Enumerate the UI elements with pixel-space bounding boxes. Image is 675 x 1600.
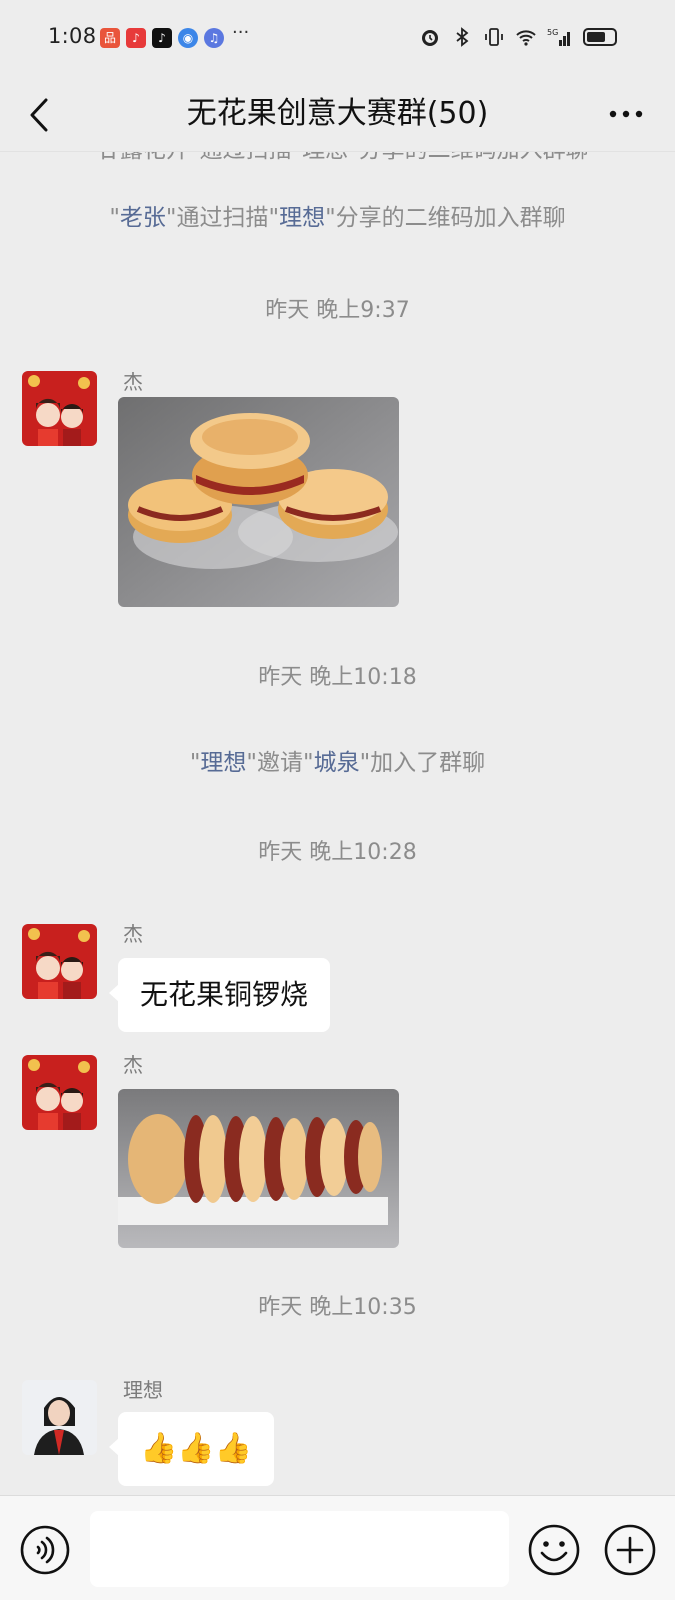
- alarm-icon: [422, 30, 438, 46]
- status-bar: 1:08 品 ♪ ♪ ◉ ♫ ··· 5G: [0, 0, 675, 78]
- quote: ": [109, 205, 120, 231]
- message-input[interactable]: [90, 1511, 509, 1587]
- wifi-icon: [516, 30, 536, 46]
- plus-icon[interactable]: [603, 1523, 657, 1577]
- chat-area[interactable]: "甘露花开"通过扫描"理想"分享的二维码加入群聊 "老张"通过扫描"理想"分享的…: [0, 152, 675, 1495]
- app-notification-icon: 品: [100, 28, 120, 48]
- status-time: 1:08: [48, 24, 97, 48]
- timestamp: 昨天 晚上10:28: [258, 840, 417, 865]
- notice-text: "通过扫描": [165, 205, 280, 231]
- avatar[interactable]: [22, 371, 97, 446]
- app-notification-icon: ♪: [126, 28, 146, 48]
- emoji-message-bubble[interactable]: 👍👍👍: [108, 1412, 275, 1486]
- emoji-icon[interactable]: [527, 1523, 581, 1577]
- member-name-link[interactable]: 老张: [120, 205, 166, 231]
- timestamp: 昨天 晚上9:37: [265, 298, 410, 323]
- avatar[interactable]: [22, 924, 97, 999]
- member-name-link[interactable]: 城泉: [314, 750, 360, 776]
- member-name-link[interactable]: 理想: [200, 750, 246, 776]
- timestamp: 昨天 晚上10:35: [258, 1295, 417, 1320]
- voice-icon[interactable]: [19, 1524, 71, 1576]
- system-notice-join: "老张"通过扫描"理想"分享的二维码加入群聊: [0, 198, 675, 232]
- notice-text: "邀请": [246, 750, 314, 776]
- quote: ": [189, 750, 201, 776]
- text-message-bubble[interactable]: 无花果铜锣烧: [108, 958, 331, 1032]
- notice-text: "分享的二维码加入群聊: [325, 205, 566, 231]
- chat-title: 无花果创意大赛群(50): [186, 96, 489, 131]
- music-icon: ♫: [204, 28, 224, 48]
- sender-name: 杰: [123, 1053, 143, 1077]
- input-bar: [0, 1495, 675, 1600]
- svg-text:5G: 5G: [547, 28, 558, 37]
- bluetooth-icon: [456, 27, 469, 47]
- sender-name: 理想: [123, 1378, 163, 1402]
- browser-icon: ◉: [178, 28, 198, 48]
- system-notice-invite: "理想"邀请"城泉"加入了群聊: [0, 743, 675, 777]
- vibrate-icon: [485, 28, 503, 46]
- status-system-icons: 5G: [419, 26, 617, 48]
- battery-icon: [583, 28, 617, 46]
- status-more: ···: [232, 22, 250, 43]
- image-message[interactable]: [118, 397, 399, 607]
- chat-header: 无花果创意大赛群(50): [0, 78, 675, 152]
- status-app-icons: 品 ♪ ♪ ◉ ♫: [100, 28, 224, 48]
- timestamp: 昨天 晚上10:18: [258, 665, 417, 690]
- tiktok-icon: ♪: [152, 28, 172, 48]
- member-name-link[interactable]: 理想: [279, 205, 325, 231]
- avatar[interactable]: [22, 1055, 97, 1130]
- more-dots-icon[interactable]: [605, 92, 647, 136]
- signal-5g-icon: 5G: [547, 28, 570, 46]
- system-notice-partial: "甘露花开"通过扫描"理想"分享的二维码加入群聊: [0, 152, 675, 164]
- sender-name: 杰: [123, 370, 143, 394]
- avatar[interactable]: [22, 1380, 97, 1455]
- sender-name: 杰: [123, 922, 143, 946]
- image-message[interactable]: [118, 1089, 399, 1248]
- notice-text: "加入了群聊: [359, 750, 486, 776]
